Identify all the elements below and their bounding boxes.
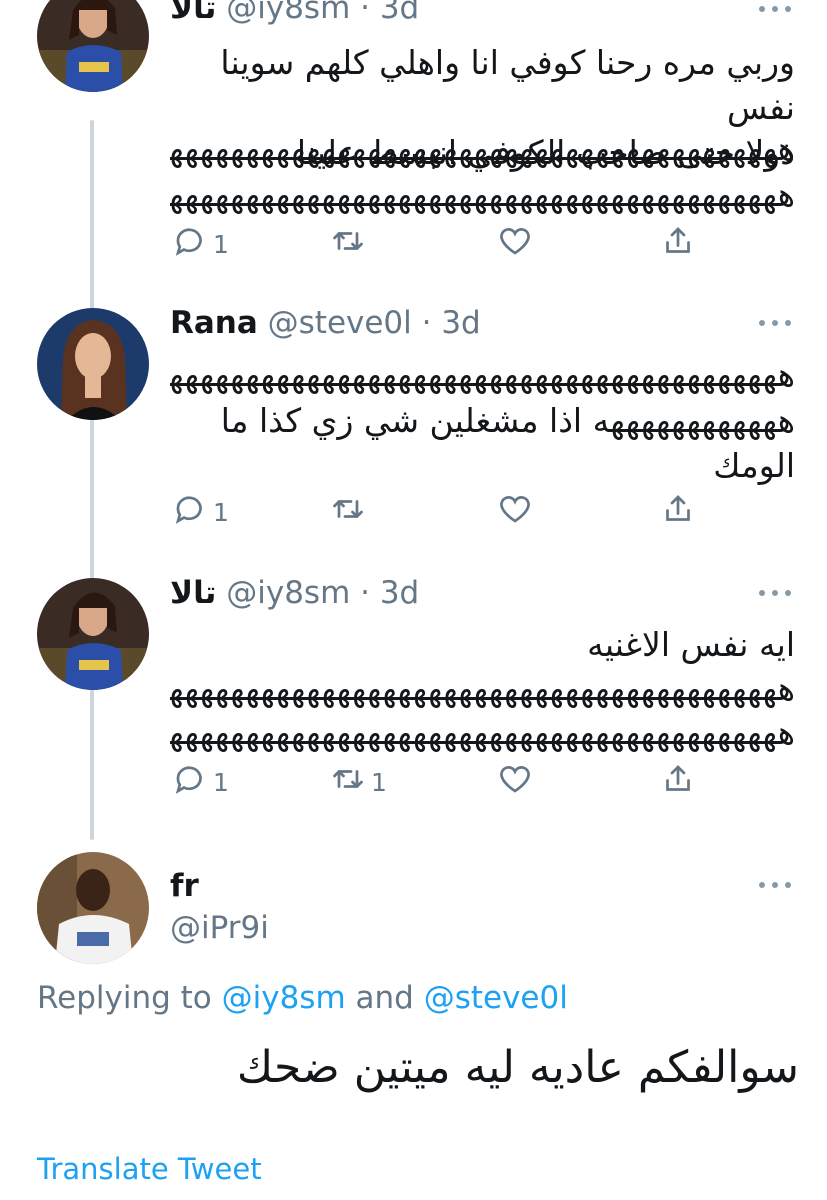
avatar[interactable] (37, 308, 149, 420)
handle-time[interactable]: @iy8sm · 3d (226, 0, 419, 26)
share-icon (660, 223, 696, 265)
replying-and: and (345, 980, 424, 1016)
like-button[interactable] (497, 760, 533, 804)
laugh-line: هههههههههههههههههههههههههههههههههههههههه… (170, 355, 795, 394)
reply-icon (172, 491, 208, 533)
translate-tweet-link[interactable]: Translate Tweet (37, 1152, 262, 1186)
retweet-button[interactable]: 1 (330, 760, 387, 804)
tweet-text: سوالفكم عاديه ليه ميتين ضحك (236, 1042, 799, 1093)
avatar[interactable] (37, 0, 149, 92)
like-button[interactable] (497, 222, 533, 266)
text-line: الومك (713, 446, 795, 485)
tweet-actions: 1 (170, 490, 710, 534)
reply-count: 1 (213, 767, 229, 797)
replying-prefix: Replying to (37, 980, 222, 1016)
retweet-icon (330, 761, 366, 803)
more-icon[interactable] (759, 318, 793, 328)
laugh-line: هههههههههههههههههههههههههههههههههههههههه… (170, 175, 795, 214)
tweet-actions: 1 (170, 222, 710, 266)
share-button[interactable] (660, 490, 696, 534)
reply-count: 1 (213, 229, 229, 259)
share-icon (660, 491, 696, 533)
reply-button[interactable]: 1 (172, 760, 229, 804)
retweet-icon (330, 491, 366, 533)
text-line: ههههههههههههه اذا مشغلين شي زي كذا ما (220, 401, 795, 440)
more-icon[interactable] (759, 4, 793, 14)
more-icon[interactable] (759, 588, 793, 598)
share-button[interactable] (660, 222, 696, 266)
share-button[interactable] (660, 760, 696, 804)
handle-time[interactable]: @steve0l · 3d (268, 305, 481, 341)
reply-icon (172, 761, 208, 803)
retweet-icon (330, 223, 366, 265)
thread-line (90, 120, 94, 840)
avatar[interactable] (37, 852, 149, 964)
tweet-header: تالا @iy8sm · 3d (170, 575, 419, 611)
tweet-text: ايه نفس الاغنيه (170, 622, 795, 667)
reply-button[interactable]: 1 (172, 222, 229, 266)
avatar[interactable] (37, 578, 149, 690)
share-icon (660, 761, 696, 803)
reply-button[interactable]: 1 (172, 490, 229, 534)
retweet-button[interactable] (330, 490, 371, 534)
mention-link[interactable]: @steve0l (424, 980, 568, 1016)
replying-to: Replying to @iy8sm and @steve0l (37, 980, 568, 1016)
tweet-actions: 1 1 (170, 760, 710, 804)
display-name[interactable]: تالا (170, 575, 216, 611)
more-icon[interactable] (759, 880, 793, 890)
heart-icon (497, 223, 533, 265)
handle[interactable]: @iPr9i (170, 910, 269, 946)
like-button[interactable] (497, 490, 533, 534)
laugh-line: هههههههههههههههههههههههههههههههههههههههه… (170, 129, 795, 168)
mention-link[interactable]: @iy8sm (222, 980, 346, 1016)
heart-icon (497, 491, 533, 533)
laugh-line: هههههههههههههههههههههههههههههههههههههههه… (170, 669, 795, 708)
retweet-button[interactable] (330, 222, 371, 266)
heart-icon (497, 761, 533, 803)
display-name[interactable]: fr (170, 868, 199, 904)
handle-time[interactable]: @iy8sm · 3d (226, 575, 419, 611)
tweet-text: ههههههههههههه اذا مشغلين شي زي كذا ما ال… (170, 398, 795, 488)
retweet-count: 1 (371, 767, 387, 797)
text-line: ايه نفس الاغنيه (587, 625, 795, 664)
display-name[interactable]: تالا (170, 0, 216, 26)
tweet-header: Rana @steve0l · 3d (170, 305, 481, 341)
reply-icon (172, 223, 208, 265)
tweet-header: تالا @iy8sm · 3d (170, 0, 419, 26)
display-name[interactable]: Rana (170, 305, 258, 341)
reply-count: 1 (213, 497, 229, 527)
laugh-line: هههههههههههههههههههههههههههههههههههههههه… (170, 713, 795, 752)
text-line: وربي مره رحنا كوفي انا واهلي كلهم سوينا … (220, 43, 795, 127)
